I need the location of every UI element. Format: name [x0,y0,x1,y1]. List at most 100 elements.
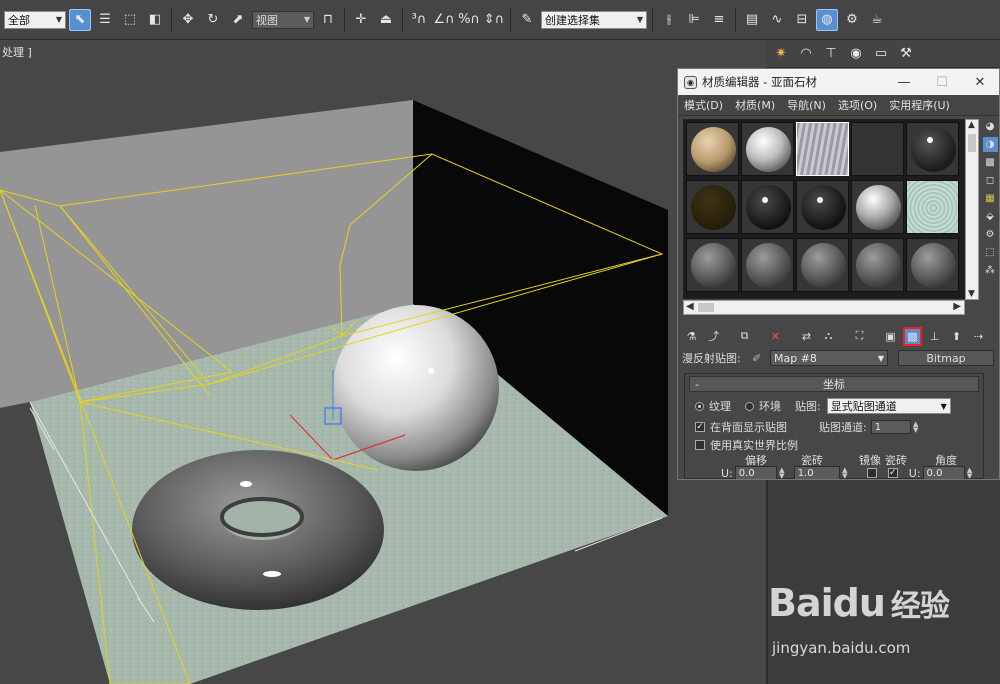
material-map-navigator-icon[interactable]: ⁂ [983,263,998,278]
slots-horizontal-scrollbar[interactable]: ◀ ▶ [683,300,965,315]
map-channel-spinner[interactable]: ▲ ▼ [912,420,920,434]
show-in-viewport-button[interactable]: ▣ [881,327,900,346]
options-icon[interactable]: ⚙ [983,227,998,242]
sample-slot-3-active[interactable] [796,122,849,176]
close-icon[interactable]: ✕ [961,75,999,90]
percent-snap-button[interactable]: %∩ [458,9,480,31]
rect-selection-button[interactable]: ⬚ [119,9,141,31]
display-tab-button[interactable]: ▭ [870,43,892,65]
edit-named-selection-button[interactable]: ✎ [516,9,538,31]
slots-vertical-scrollbar[interactable]: ▲ ▼ [965,119,979,300]
sample-slot-8[interactable] [796,180,849,234]
mirror-button[interactable]: ⫲ [658,9,680,31]
scroll-thumb[interactable] [968,134,976,152]
sample-slot-11[interactable] [686,238,739,292]
backlight-icon[interactable]: ◑ [982,137,998,152]
u-tiling-spinner[interactable]: ▲ ▼ [841,466,849,480]
perspective-viewport[interactable]: 处理 ] [0,40,766,684]
show-shaded-material-in-viewport-button[interactable]: ▩ [903,326,922,346]
go-forward-sibling-button[interactable]: ⇢ [969,327,988,346]
scroll-up-icon[interactable]: ▲ [968,120,975,130]
put-material-button[interactable]: ⤴ [704,327,723,346]
u-offset-spinner[interactable]: ▲ ▼ [778,466,786,480]
sample-slot-5[interactable] [906,122,959,176]
map-name-dropdown[interactable]: Map #8 ▼ [770,350,888,366]
go-to-parent-button[interactable]: ⬆ [947,327,966,346]
scroll-down-icon[interactable]: ▼ [968,289,975,299]
reference-coord-dropdown[interactable]: 视图 ▼ [252,10,314,29]
map-type-button[interactable]: Bitmap [898,350,994,366]
map-channel-input[interactable]: 1 [870,420,911,434]
u-angle-spinner[interactable]: ▲ ▼ [966,466,974,480]
assign-material-button[interactable]: ⧉ [735,327,754,346]
sample-slot-10[interactable] [906,180,959,234]
layer-manager-button[interactable]: ≡ [708,9,730,31]
sample-slot-14[interactable] [851,238,904,292]
sample-type-icon[interactable]: ◕ [983,119,998,134]
material-id-button[interactable]: ⛶ [850,327,869,346]
select-by-name-button[interactable]: ☰ [94,9,116,31]
sample-slot-15[interactable] [906,238,959,292]
sample-slot-12[interactable] [741,238,794,292]
align-button[interactable]: ⊫ [683,9,705,31]
menu-navigation[interactable]: 导航(N) [787,97,826,113]
spinner-snap-button[interactable]: ⇕∩ [483,9,505,31]
schematic-view-button[interactable]: ⊟ [791,9,813,31]
sample-slot-1[interactable] [686,122,739,176]
u-offset-input[interactable]: 0.0 [734,466,777,479]
hierarchy-tab-button[interactable]: ⊤ [820,43,842,65]
sample-slot-7[interactable] [741,180,794,234]
sample-slot-2[interactable] [741,122,794,176]
environ-radio[interactable] [745,401,754,411]
scroll-thumb[interactable] [698,303,714,312]
get-material-button[interactable]: ⚗ [682,327,701,346]
create-tab-button[interactable]: ✷ [770,43,792,65]
uv-tiling-icon[interactable]: ◻ [983,173,998,188]
angle-snap-button[interactable]: ∠∩ [433,9,455,31]
make-preview-icon[interactable]: ⬙ [983,209,998,224]
move-button[interactable]: ✥ [177,9,199,31]
rotate-button[interactable]: ↻ [202,9,224,31]
show-end-result-button[interactable]: ⊥ [925,327,944,346]
coordinates-rollout-header[interactable]: - 坐标 [689,376,979,392]
sample-slot-6[interactable] [686,180,739,234]
menu-utilities[interactable]: 实用程序(U) [889,97,950,113]
material-editor-titlebar[interactable]: ◉ 材质编辑器 - 亚面石材 — ☐ ✕ [678,69,999,95]
modify-tab-button[interactable]: ◠ [795,43,817,65]
u-tile-checkbox[interactable]: ✓ [887,468,898,478]
background-checker-icon[interactable]: ▩ [983,155,998,170]
viewport-label[interactable]: 处理 ] [2,44,32,60]
utilities-tab-button[interactable]: ⚒ [895,43,917,65]
scene-explorer-button[interactable]: ▤ [741,9,763,31]
sphere-object[interactable] [333,305,499,471]
eyedropper-icon[interactable]: ✐ [752,352,770,365]
menu-options[interactable]: 选项(O) [838,97,877,113]
menu-material[interactable]: 材质(M) [735,97,775,113]
material-editor-button[interactable]: ◍ [816,8,838,31]
render-setup-button[interactable]: ⚙ [841,9,863,31]
render-frame-button[interactable]: ☕ [866,9,888,31]
curve-editor-button[interactable]: ∿ [766,9,788,31]
u-tiling-input[interactable]: 1.0 [793,466,840,479]
named-selection-dropdown[interactable]: 创建选择集 ▼ [541,10,647,29]
real-world-scale-checkbox[interactable] [695,440,705,450]
pivot-center-button[interactable]: ⊓ [317,9,339,31]
make-unique-button[interactable]: ⇄ [797,327,816,346]
texture-radio[interactable] [695,401,704,411]
sample-slot-13[interactable] [796,238,849,292]
mapping-dropdown[interactable]: 显式贴图通道 ▼ [826,398,951,414]
scroll-left-icon[interactable]: ◀ [686,301,694,312]
sample-slot-9[interactable] [851,180,904,234]
minimize-icon[interactable]: — [885,75,923,90]
motion-tab-button[interactable]: ◉ [845,43,867,65]
u-mirror-checkbox[interactable] [866,468,877,478]
u-angle-input[interactable]: 0.0 [922,466,965,479]
snap-3-button[interactable]: ³∩ [408,9,430,31]
menu-mode[interactable]: 模式(D) [684,97,723,113]
scale-button[interactable]: ⬈ [227,9,249,31]
keyboard-shortcut-button[interactable]: ⏏ [375,9,397,31]
sample-slot-4[interactable] [851,122,904,176]
selection-filter-dropdown[interactable]: 全部 ▼ [4,10,66,29]
window-crossing-button[interactable]: ◧ [144,9,166,31]
maximize-icon[interactable]: ☐ [923,75,961,90]
